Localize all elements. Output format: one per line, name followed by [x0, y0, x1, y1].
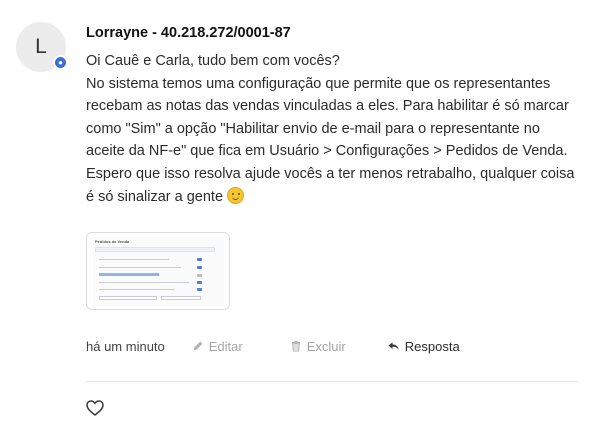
heart-icon[interactable]	[85, 398, 105, 418]
edit-button[interactable]: Editar	[192, 339, 243, 354]
comment-timestamp[interactable]: há um minuto	[86, 339, 165, 354]
delete-label: Excluir	[306, 338, 346, 354]
comment-paragraph-3-text: Espero que isso resolva ajude vocês a te…	[86, 165, 575, 205]
attachment-title: Pedidos de Venda	[95, 239, 130, 244]
comment-content: Lorrayne - 40.218.272/0001-87 Oi Cauê e …	[86, 22, 581, 208]
comment-paragraph-3: Espero que isso resolva ajude vocês a te…	[86, 163, 581, 208]
trash-icon	[291, 340, 300, 352]
comment-actions: há um minuto Editar Excluir Resposta	[86, 337, 460, 355]
screenshot-image: Pedidos de Venda	[93, 237, 224, 307]
comment-author[interactable]: Lorrayne - 40.218.272/0001-87	[86, 22, 581, 44]
reply-button[interactable]: Resposta	[387, 339, 460, 354]
comment-paragraph-1: Oi Cauê e Carla, tudo bem com vocês?	[86, 53, 340, 69]
smiling-face-icon	[227, 186, 245, 204]
delete-button[interactable]: Excluir	[290, 339, 346, 354]
attachment-thumbnail[interactable]: Pedidos de Venda	[86, 232, 230, 310]
reply-arrow-icon	[388, 342, 399, 350]
reply-label: Resposta	[404, 338, 460, 354]
user-badge-icon: ●	[53, 55, 68, 70]
edit-label: Editar	[208, 338, 243, 354]
avatar-initial: L	[35, 35, 47, 58]
comment-avatar[interactable]: L ●	[16, 22, 68, 72]
divider	[86, 381, 578, 382]
comment-body: Oi Cauê e Carla, tudo bem com vocês? No …	[86, 50, 581, 208]
comment-paragraph-2: No sistema temos uma configuração que pe…	[86, 75, 569, 160]
pencil-icon	[193, 341, 203, 351]
